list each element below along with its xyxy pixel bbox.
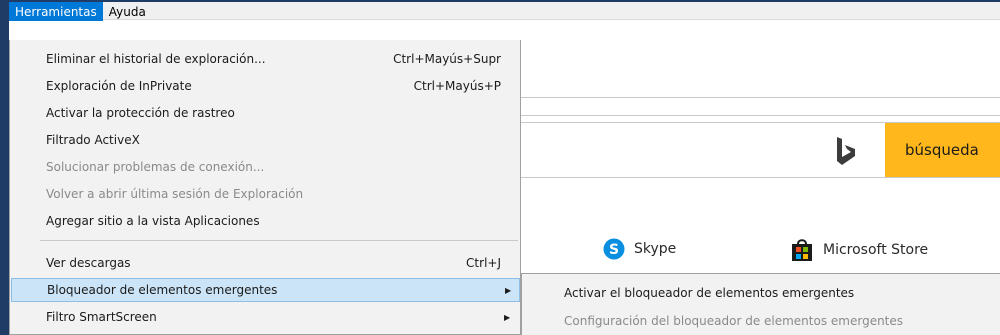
store-icon xyxy=(792,239,812,261)
menu-item-popup-blocker[interactable]: Bloqueador de elementos emergentes ▶ xyxy=(11,278,520,302)
toolbar-divider xyxy=(520,97,1000,98)
menu-separator xyxy=(40,240,518,241)
menu-item-label: Activar la protección de rastreo xyxy=(46,106,235,120)
submenu-arrow-icon: ▶ xyxy=(505,285,512,295)
menu-item-tracking-protection[interactable]: Activar la protección de rastreo xyxy=(11,101,520,125)
menu-item-label: Solucionar problemas de conexión... xyxy=(46,160,265,174)
submenu-item-label: Activar el bloqueador de elementos emerg… xyxy=(564,286,855,300)
window-border xyxy=(0,0,9,335)
menu-item-smartscreen[interactable]: Filtro SmartScreen ▶ xyxy=(11,305,520,329)
skype-icon: S xyxy=(603,238,625,260)
menu-item-activex-filtering[interactable]: Filtrado ActiveX xyxy=(11,128,520,152)
bing-icon xyxy=(837,137,855,165)
menu-item-add-to-apps[interactable]: Agregar sitio a la vista Aplicaciones xyxy=(11,209,520,233)
submenu-item-popup-blocker-settings: Configuración del bloqueador de elemento… xyxy=(522,308,1000,334)
menu-item-label: Volver a abrir última sesión de Explorac… xyxy=(46,187,304,201)
menu-item-label: Filtro SmartScreen xyxy=(46,310,157,324)
menu-item-inprivate[interactable]: Exploración de InPrivate Ctrl+Mayús+P xyxy=(11,74,520,98)
submenu-arrow-icon: ▶ xyxy=(504,312,511,322)
menu-item-reopen-session: Volver a abrir última sesión de Explorac… xyxy=(11,182,520,206)
submenu-item-label: Configuración del bloqueador de elemento… xyxy=(564,314,904,328)
popup-blocker-submenu: Activar el bloqueador de elementos emerg… xyxy=(521,273,1000,335)
tile-microsoft-store[interactable]: Microsoft Store xyxy=(790,238,928,262)
menu-item-label: Filtrado ActiveX xyxy=(46,133,140,147)
tools-menu: Eliminar el historial de exploración... … xyxy=(9,40,521,335)
tile-label: Skype xyxy=(634,241,677,257)
menu-item-shortcut: Ctrl+Mayús+Supr xyxy=(393,52,501,66)
menu-item-view-downloads[interactable]: Ver descargas Ctrl+J xyxy=(11,251,520,275)
menu-item-fix-connection: Solucionar problemas de conexión... xyxy=(11,155,520,179)
tab-divider xyxy=(520,115,1000,116)
menu-item-label: Bloqueador de elementos emergentes xyxy=(47,283,278,297)
menu-item-delete-history[interactable]: Eliminar el historial de exploración... … xyxy=(11,47,520,71)
menu-item-shortcut: Ctrl+J xyxy=(466,256,501,270)
menu-item-label: Agregar sitio a la vista Aplicaciones xyxy=(46,214,260,228)
menubar: Herramientas Ayuda xyxy=(9,2,152,21)
svg-text:S: S xyxy=(609,242,619,258)
tile-skype[interactable]: S Skype xyxy=(603,238,676,260)
menu-ayuda[interactable]: Ayuda xyxy=(103,2,152,21)
menu-herramientas[interactable]: Herramientas xyxy=(9,2,103,21)
menu-item-shortcut: Ctrl+Mayús+P xyxy=(413,79,501,93)
submenu-item-enable-popup-blocker[interactable]: Activar el bloqueador de elementos emerg… xyxy=(522,280,1000,306)
search-button[interactable]: búsqueda xyxy=(885,123,1000,177)
tile-label: Microsoft Store xyxy=(823,242,929,258)
